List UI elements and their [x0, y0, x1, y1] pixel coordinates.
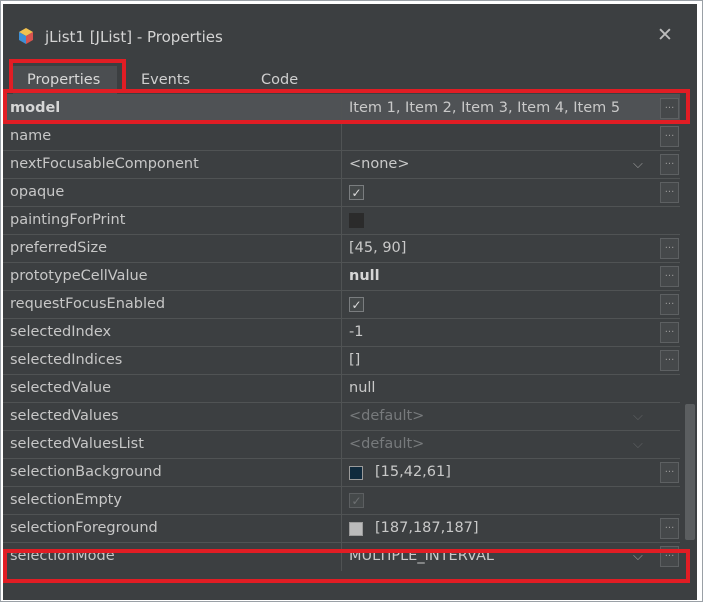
- property-name: selectedIndices: [10, 352, 123, 368]
- property-value-select[interactable]: MULTIPLE_INTERVAL: [349, 543, 494, 570]
- property-row-nextFocusableComponent[interactable]: nextFocusableComponent <none> ⌵ ...: [3, 150, 680, 179]
- column-divider: [341, 151, 342, 179]
- ellipsis-button[interactable]: ...: [660, 182, 679, 203]
- property-value[interactable]: [45, 90]: [349, 235, 406, 262]
- property-row-selectedIndices[interactable]: selectedIndices [] ...: [3, 346, 680, 375]
- property-name: selectedValues: [10, 408, 119, 424]
- property-value[interactable]: null: [349, 263, 380, 290]
- property-row-prototypeCellValue[interactable]: prototypeCellValue null ...: [3, 262, 680, 291]
- property-name: selectionBackground: [10, 464, 162, 480]
- title-bar: jList1 [JList] - Properties ✕: [3, 4, 697, 66]
- column-divider: [341, 179, 342, 207]
- tab-strip: Properties Events Code: [3, 66, 697, 94]
- java-bean-cube-icon: [19, 28, 33, 44]
- property-name: selectedValue: [10, 380, 112, 396]
- tab-code[interactable]: Code: [247, 66, 312, 94]
- ellipsis-button[interactable]: ...: [660, 98, 679, 119]
- property-name: selectionMode: [10, 548, 115, 564]
- close-icon[interactable]: ✕: [657, 24, 673, 46]
- opaque-checkbox[interactable]: ✓: [349, 185, 364, 200]
- column-divider: [341, 347, 342, 375]
- property-value-select: <default>: [349, 408, 425, 424]
- selection-empty-checkbox: ✓: [349, 493, 364, 508]
- property-name: requestFocusEnabled: [10, 296, 166, 312]
- column-divider: [341, 319, 342, 347]
- property-row-selectedIndex[interactable]: selectedIndex -1 ...: [3, 318, 680, 347]
- properties-window: jList1 [JList] - Properties ✕ Properties…: [3, 4, 697, 600]
- property-name: selectionForeground: [10, 520, 158, 536]
- property-row-selectionMode[interactable]: selectionMode MULTIPLE_INTERVAL ⌵ ...: [3, 542, 680, 571]
- property-value[interactable]: null: [349, 375, 375, 402]
- property-name: selectionEmpty: [10, 492, 122, 508]
- scrollbar-thumb[interactable]: [685, 404, 695, 540]
- column-divider: [341, 291, 342, 319]
- column-divider: [341, 515, 342, 543]
- column-divider: [341, 403, 342, 431]
- property-name: selectedIndex: [10, 324, 112, 340]
- property-value[interactable]: [187,187,187]: [375, 515, 479, 542]
- column-divider: [341, 207, 342, 235]
- property-row-opaque[interactable]: opaque ✓ ...: [3, 178, 680, 207]
- property-name: opaque: [10, 184, 65, 200]
- property-row-requestFocusEnabled[interactable]: requestFocusEnabled ✓ ...: [3, 290, 680, 319]
- color-swatch: [349, 466, 363, 480]
- property-row-selectionBackground[interactable]: selectionBackground [15,42,61] ...: [3, 458, 680, 487]
- column-divider: [341, 459, 342, 487]
- chevron-down-icon: ⌵: [633, 437, 643, 452]
- column-divider: [341, 487, 342, 515]
- property-row-selectedValuesList[interactable]: selectedValuesList <default> ⌵: [3, 430, 680, 459]
- property-value[interactable]: []: [349, 347, 360, 374]
- property-name: model: [10, 100, 61, 116]
- property-name: selectedValuesList: [10, 436, 144, 452]
- window-title: jList1 [JList] - Properties: [45, 28, 223, 46]
- property-row-selectedValue[interactable]: selectedValue null: [3, 374, 680, 403]
- property-name: paintingForPrint: [10, 212, 126, 228]
- painting-for-print-checkbox: [349, 213, 364, 228]
- property-value-select[interactable]: <none>: [349, 151, 409, 178]
- property-row-paintingForPrint[interactable]: paintingForPrint: [3, 206, 680, 235]
- request-focus-enabled-checkbox[interactable]: ✓: [349, 297, 364, 312]
- property-value[interactable]: -1: [349, 319, 363, 346]
- column-divider: [341, 543, 342, 571]
- ellipsis-button[interactable]: ...: [660, 154, 679, 175]
- property-name: preferredSize: [10, 240, 108, 256]
- property-sheet: model Item 1, Item 2, Item 3, Item 4, It…: [3, 94, 680, 571]
- ellipsis-button[interactable]: ...: [660, 518, 679, 539]
- chevron-down-icon[interactable]: ⌵: [633, 151, 643, 178]
- ellipsis-button[interactable]: ...: [660, 350, 679, 371]
- ellipsis-button[interactable]: ...: [660, 126, 679, 147]
- chevron-down-icon[interactable]: ⌵: [633, 543, 643, 570]
- column-divider: [341, 235, 342, 263]
- property-value-select: <default>: [349, 436, 425, 452]
- ellipsis-button[interactable]: ...: [660, 266, 679, 287]
- property-row-selectionEmpty[interactable]: selectionEmpty ✓: [3, 486, 680, 515]
- column-divider: [341, 375, 342, 403]
- property-value[interactable]: Item 1, Item 2, Item 3, Item 4, Item 5: [349, 95, 620, 122]
- property-name: nextFocusableComponent: [10, 156, 199, 172]
- column-divider: [341, 95, 342, 123]
- tab-properties[interactable]: Properties: [13, 66, 117, 94]
- ellipsis-button[interactable]: ...: [660, 462, 679, 483]
- property-row-name[interactable]: name ...: [3, 122, 680, 151]
- column-divider: [341, 123, 342, 151]
- column-divider: [341, 263, 342, 291]
- column-divider: [341, 431, 342, 459]
- property-value[interactable]: [15,42,61]: [375, 459, 451, 486]
- property-row-preferredSize[interactable]: preferredSize [45, 90] ...: [3, 234, 680, 263]
- property-name: prototypeCellValue: [10, 268, 148, 284]
- tab-events[interactable]: Events: [127, 66, 204, 94]
- color-swatch: [349, 522, 363, 536]
- chevron-down-icon: ⌵: [633, 409, 643, 424]
- ellipsis-button[interactable]: ...: [660, 238, 679, 259]
- ellipsis-button[interactable]: ...: [660, 322, 679, 343]
- property-row-model[interactable]: model Item 1, Item 2, Item 3, Item 4, It…: [3, 94, 680, 123]
- ellipsis-button[interactable]: ...: [660, 546, 679, 567]
- ellipsis-button[interactable]: ...: [660, 294, 679, 315]
- property-row-selectedValues[interactable]: selectedValues <default> ⌵: [3, 402, 680, 431]
- property-row-selectionForeground[interactable]: selectionForeground [187,187,187] ...: [3, 514, 680, 543]
- property-name: name: [10, 128, 52, 144]
